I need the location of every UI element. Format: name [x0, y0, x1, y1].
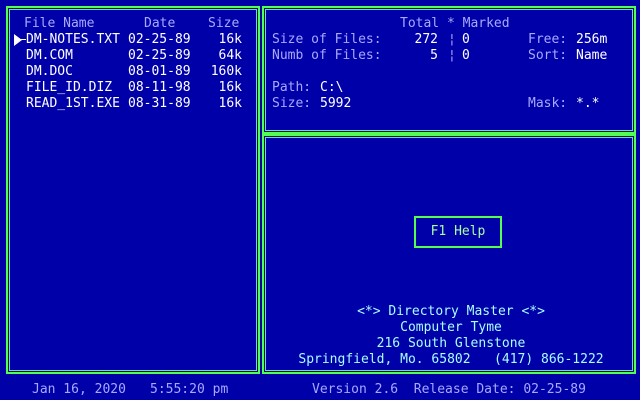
path-label: Path: — [272, 80, 312, 95]
company-name: Computer Tyme — [400, 320, 502, 335]
file-name: DM.COM — [26, 48, 73, 63]
column-header-size[interactable]: Size — [208, 16, 239, 32]
file-list-panel: File Name Date Size DM-NOTES.TXT 02-25-8… — [6, 6, 260, 374]
file-date: 02-25-89 — [128, 32, 191, 47]
numb-of-files-marked: 0 — [462, 48, 470, 63]
company-city-phone: Springfield, Mo. 65802 (417) 866-1222 — [298, 352, 604, 367]
numb-of-files-label: Numb of Files: — [272, 48, 382, 63]
file-size: 160k — [210, 64, 242, 79]
size-value: 5992 — [320, 96, 352, 111]
file-size: 16k — [218, 96, 242, 111]
company-address: 216 South Glenstone — [376, 336, 526, 351]
free-value: 256m — [576, 32, 608, 47]
app-title: <*> Directory Master <*> — [357, 304, 545, 319]
file-date: 08-01-89 — [128, 64, 191, 79]
file-name: FILE_ID.DIZ — [26, 80, 113, 95]
file-row[interactable]: FILE_ID.DIZ 08-11-98 16k — [8, 80, 262, 96]
path-value[interactable]: C:\ — [320, 80, 343, 96]
file-date: 08-11-98 — [128, 80, 191, 95]
numb-of-files-total: 5 — [430, 48, 438, 63]
file-row[interactable]: DM-NOTES.TXT 02-25-89 16k — [8, 32, 262, 48]
file-row[interactable]: DM.DOC 08-01-89 160k — [8, 64, 262, 80]
file-date: 02-25-89 — [128, 48, 191, 63]
f1-help-button[interactable]: F1 Help — [414, 216, 502, 248]
file-date: 08-31-89 — [128, 96, 191, 111]
separator: ¦ — [448, 48, 456, 63]
mask-value[interactable]: *.* — [576, 96, 599, 112]
size-of-files-total: 272 — [414, 32, 438, 47]
file-row[interactable]: READ_1ST.EXE 08-31-89 16k — [8, 96, 262, 112]
status-time: 5:55:20 pm — [150, 382, 229, 397]
separator: ¦ — [448, 32, 456, 47]
column-header-name[interactable]: File Name — [24, 16, 94, 32]
status-version: Version 2.6 Release Date: 02-25-89 — [312, 382, 586, 397]
file-size: 16k — [218, 80, 242, 95]
file-name: READ_1ST.EXE — [26, 96, 120, 111]
totals-header: Total * Marked — [400, 16, 510, 31]
status-bar: Jan 16, 2020 5:55:20 pm Version 2.6 Rele… — [0, 376, 640, 400]
file-size: 16k — [218, 32, 242, 47]
file-name: DM-NOTES.TXT — [26, 32, 120, 47]
free-label: Free: — [528, 32, 568, 47]
sort-label: Sort: — [528, 48, 568, 63]
selection-arrow-icon — [14, 34, 22, 46]
size-of-files-marked: 0 — [462, 32, 470, 47]
file-row[interactable]: DM.COM 02-25-89 64k — [8, 48, 262, 64]
sort-value[interactable]: Name — [576, 48, 607, 64]
file-name: DM.DOC — [26, 64, 73, 79]
size-of-files-label: Size of Files: — [272, 32, 382, 47]
about-panel: F1 Help <*> Directory Master <*> Compute… — [262, 134, 636, 374]
mask-label: Mask: — [528, 96, 568, 111]
column-header-date[interactable]: Date — [144, 16, 175, 32]
info-panel: Total * Marked Size of Files: 272 ¦ 0 Fr… — [262, 6, 636, 134]
status-date: Jan 16, 2020 — [32, 382, 126, 397]
size-label: Size: — [272, 96, 312, 111]
file-size: 64k — [218, 48, 242, 63]
